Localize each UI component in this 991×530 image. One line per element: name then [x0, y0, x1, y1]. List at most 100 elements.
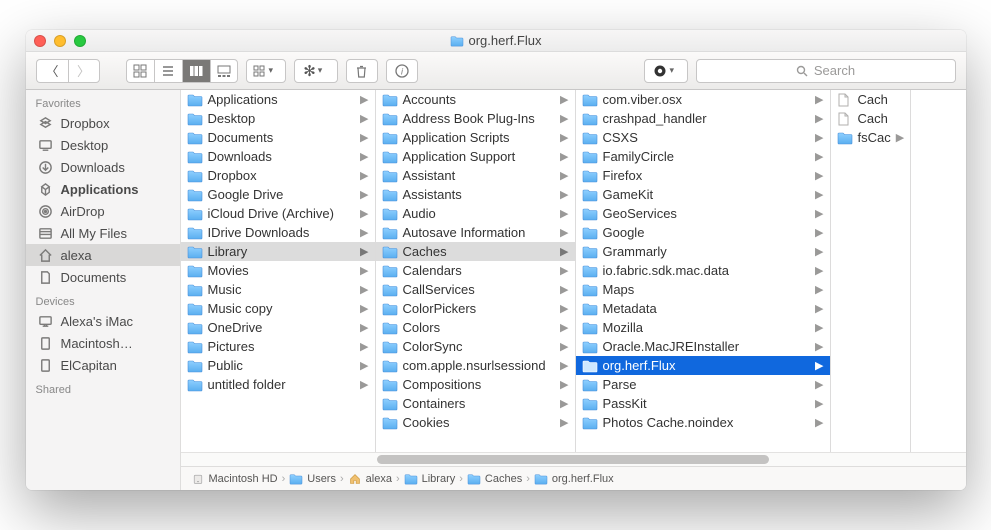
file-label: CSXS	[603, 130, 638, 145]
file-row[interactable]: com.apple.nsurlsessiond▶	[376, 356, 575, 375]
file-row[interactable]: Applications▶	[181, 90, 375, 109]
list-view-button[interactable]	[154, 59, 182, 83]
file-row[interactable]: Application Support▶	[376, 147, 575, 166]
file-row[interactable]: PassKit▶	[576, 394, 830, 413]
disclosure-arrow-icon: ▶	[560, 283, 570, 296]
file-row[interactable]: Desktop▶	[181, 109, 375, 128]
horizontal-scrollbar[interactable]	[181, 452, 966, 466]
sidebar-item[interactable]: ElCapitan	[26, 354, 180, 376]
file-row[interactable]: Photos Cache.noindex▶	[576, 413, 830, 432]
file-row[interactable]: Maps▶	[576, 280, 830, 299]
arrange-button[interactable]: ▾	[246, 59, 286, 83]
file-row[interactable]: Movies▶	[181, 261, 375, 280]
dropbox-icon	[38, 115, 54, 131]
file-row[interactable]: Oracle.MacJREInstaller▶	[576, 337, 830, 356]
titlebar[interactable]: org.herf.Flux	[26, 30, 966, 52]
dropbox-toolbar-button[interactable]: ▾	[644, 59, 688, 83]
file-row[interactable]: Address Book Plug-Ins▶	[376, 109, 575, 128]
minimize-button[interactable]	[54, 35, 66, 47]
file-row[interactable]: Cach	[831, 109, 910, 128]
file-row[interactable]: CallServices▶	[376, 280, 575, 299]
path-item[interactable]: org.herf.Flux	[534, 473, 614, 485]
action-button[interactable]: ✻▾	[294, 59, 338, 83]
file-row[interactable]: Library▶	[181, 242, 375, 261]
file-row[interactable]: Accounts▶	[376, 90, 575, 109]
file-row[interactable]: Application Scripts▶	[376, 128, 575, 147]
file-row[interactable]: fsCac▶	[831, 128, 910, 147]
file-row[interactable]: com.viber.osx▶	[576, 90, 830, 109]
sidebar-item[interactable]: Dropbox	[26, 112, 180, 134]
file-row[interactable]: CSXS▶	[576, 128, 830, 147]
gallery-view-button[interactable]	[210, 59, 238, 83]
file-row[interactable]: Audio▶	[376, 204, 575, 223]
file-row[interactable]: io.fabric.sdk.mac.data▶	[576, 261, 830, 280]
file-row[interactable]: Music▶	[181, 280, 375, 299]
file-label: fsCac	[858, 130, 891, 145]
file-row[interactable]: Assistants▶	[376, 185, 575, 204]
file-row[interactable]: GameKit▶	[576, 185, 830, 204]
file-row[interactable]: Colors▶	[376, 318, 575, 337]
path-item[interactable]: Users	[289, 473, 336, 485]
file-column[interactable]: Accounts▶Address Book Plug-Ins▶Applicati…	[376, 90, 576, 452]
file-row[interactable]: Documents▶	[181, 128, 375, 147]
file-row[interactable]: ColorSync▶	[376, 337, 575, 356]
folder-icon	[382, 283, 398, 297]
file-row[interactable]: Google Drive▶	[181, 185, 375, 204]
file-row[interactable]: org.herf.Flux▶	[576, 356, 830, 375]
sidebar-item[interactable]: Alexa's iMac	[26, 310, 180, 332]
file-column[interactable]: CachCachfsCac▶	[831, 90, 911, 452]
file-row[interactable]: untitled folder▶	[181, 375, 375, 394]
sidebar-item[interactable]: Desktop	[26, 134, 180, 156]
file-row[interactable]: Music copy▶	[181, 299, 375, 318]
file-row[interactable]: iCloud Drive (Archive)▶	[181, 204, 375, 223]
close-button[interactable]	[34, 35, 46, 47]
file-row[interactable]: crashpad_handler▶	[576, 109, 830, 128]
file-row[interactable]: Dropbox▶	[181, 166, 375, 185]
file-row[interactable]: Mozilla▶	[576, 318, 830, 337]
sidebar-item[interactable]: AirDrop	[26, 200, 180, 222]
file-row[interactable]: Pictures▶	[181, 337, 375, 356]
folder-icon	[837, 131, 853, 145]
path-item[interactable]: alexa	[348, 473, 392, 485]
sidebar-item[interactable]: All My Files	[26, 222, 180, 244]
path-item[interactable]: Caches	[467, 473, 522, 485]
path-item[interactable]: Library	[404, 473, 456, 485]
file-row[interactable]: Firefox▶	[576, 166, 830, 185]
info-button[interactable]: i	[386, 59, 418, 83]
file-row[interactable]: IDrive Downloads▶	[181, 223, 375, 242]
file-row[interactable]: Containers▶	[376, 394, 575, 413]
icon-view-button[interactable]	[126, 59, 154, 83]
zoom-button[interactable]	[74, 35, 86, 47]
sidebar-item[interactable]: Macintosh…	[26, 332, 180, 354]
sidebar-item[interactable]: Downloads	[26, 156, 180, 178]
back-button[interactable]: 〈	[36, 59, 68, 83]
file-row[interactable]: Downloads▶	[181, 147, 375, 166]
file-column[interactable]: com.viber.osx▶crashpad_handler▶CSXS▶Fami…	[576, 90, 831, 452]
disclosure-arrow-icon: ▶	[560, 188, 570, 201]
file-row[interactable]: Parse▶	[576, 375, 830, 394]
file-row[interactable]: Metadata▶	[576, 299, 830, 318]
file-row[interactable]: OneDrive▶	[181, 318, 375, 337]
trash-button[interactable]	[346, 59, 378, 83]
file-row[interactable]: Assistant▶	[376, 166, 575, 185]
sidebar-item[interactable]: Documents	[26, 266, 180, 288]
file-row[interactable]: Cach	[831, 90, 910, 109]
sidebar-item[interactable]: alexa	[26, 244, 180, 266]
file-row[interactable]: Cookies▶	[376, 413, 575, 432]
file-column[interactable]: Applications▶Desktop▶Documents▶Downloads…	[181, 90, 376, 452]
file-row[interactable]: Google▶	[576, 223, 830, 242]
path-item[interactable]: Macintosh HD	[191, 473, 278, 485]
file-row[interactable]: ColorPickers▶	[376, 299, 575, 318]
file-row[interactable]: Compositions▶	[376, 375, 575, 394]
column-view-button[interactable]	[182, 59, 210, 83]
file-row[interactable]: Autosave Information▶	[376, 223, 575, 242]
file-row[interactable]: Caches▶	[376, 242, 575, 261]
sidebar-item[interactable]: Applications	[26, 178, 180, 200]
file-row[interactable]: FamilyCircle▶	[576, 147, 830, 166]
forward-button[interactable]: 〉	[68, 59, 100, 83]
file-row[interactable]: Grammarly▶	[576, 242, 830, 261]
file-row[interactable]: GeoServices▶	[576, 204, 830, 223]
file-row[interactable]: Calendars▶	[376, 261, 575, 280]
file-row[interactable]: Public▶	[181, 356, 375, 375]
search-field[interactable]: Search	[696, 59, 956, 83]
